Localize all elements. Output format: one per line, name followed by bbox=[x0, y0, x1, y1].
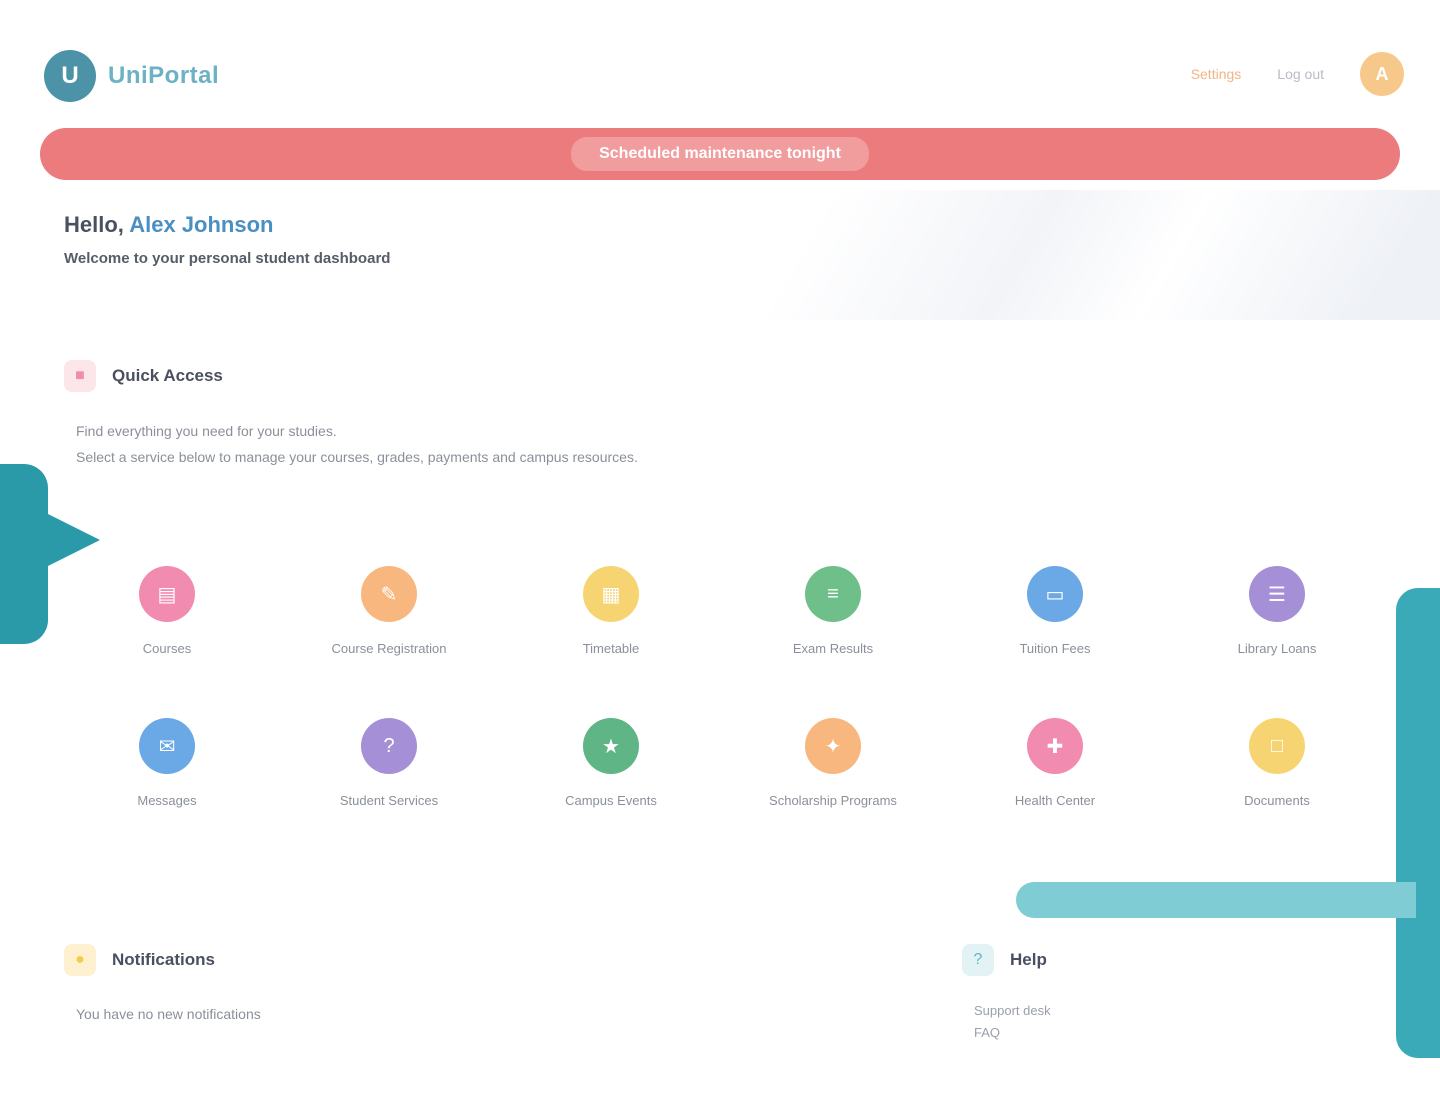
service-tile[interactable]: ★ Campus Events bbox=[500, 718, 722, 838]
greeting-name[interactable]: Alex Johnson bbox=[129, 212, 273, 237]
service-tile[interactable]: ☰ Library Loans bbox=[1166, 566, 1388, 686]
service-tile-label: Exam Results bbox=[792, 641, 874, 656]
service-tile-label: Timetable bbox=[582, 641, 640, 656]
nav-settings[interactable]: Settings bbox=[1191, 66, 1242, 82]
notifications-empty-text: You have no new notifications bbox=[76, 1006, 261, 1022]
event-icon: ★ bbox=[583, 718, 639, 774]
services-header: ■ Quick Access bbox=[64, 360, 1384, 392]
service-tile-label: Documents bbox=[1244, 793, 1310, 808]
service-tile[interactable]: ? Student Services bbox=[278, 718, 500, 838]
service-tile[interactable]: ✦ Scholarship Programs bbox=[722, 718, 944, 838]
top-navigation: Settings Log out A bbox=[1191, 52, 1404, 96]
greeting: Hello, Alex Johnson bbox=[64, 212, 390, 238]
service-tile[interactable]: ✉ Messages bbox=[56, 718, 278, 838]
service-tile-label: Course Registration bbox=[331, 641, 447, 656]
services-section: ■ Quick Access Find everything you need … bbox=[64, 360, 1384, 470]
service-tile-label: Health Center bbox=[1014, 793, 1096, 808]
health-icon: ✚ bbox=[1027, 718, 1083, 774]
service-tile-label: Student Services bbox=[339, 793, 439, 808]
logo[interactable]: U UniPortal bbox=[44, 50, 219, 102]
header: U UniPortal Settings Log out A bbox=[0, 0, 1440, 120]
service-tile[interactable]: □ Documents bbox=[1166, 718, 1388, 838]
nav-logout[interactable]: Log out bbox=[1277, 66, 1324, 82]
services-desc-line-1: Find everything you need for your studie… bbox=[76, 423, 337, 439]
services-description: Find everything you need for your studie… bbox=[76, 418, 1384, 470]
notifications-title: Notifications bbox=[112, 950, 215, 969]
service-tile-label: Scholarship Programs bbox=[769, 793, 897, 808]
logo-text: UniPortal bbox=[108, 62, 220, 89]
calendar-icon: ▦ bbox=[583, 566, 639, 622]
library-icon: ☰ bbox=[1249, 566, 1305, 622]
side-decoration-right bbox=[1396, 588, 1440, 1058]
side-tab-left[interactable] bbox=[0, 464, 48, 644]
help-links: Support desk FAQ bbox=[974, 1000, 1362, 1044]
service-tile[interactable]: ✎ Course Registration bbox=[278, 566, 500, 686]
greeting-prefix: Hello, bbox=[64, 212, 124, 237]
chart-icon: ≡ bbox=[805, 566, 861, 622]
service-tile-label: Tuition Fees bbox=[1019, 641, 1091, 656]
help-link-faq[interactable]: FAQ bbox=[974, 1022, 1362, 1044]
service-tile-label: Courses bbox=[142, 641, 192, 656]
service-tile[interactable]: ≡ Exam Results bbox=[722, 566, 944, 686]
help-icon: ? bbox=[962, 944, 994, 976]
award-icon: ✦ bbox=[805, 718, 861, 774]
grid-icon: ■ bbox=[64, 360, 96, 392]
notifications-card: ● Notifications You have no new notifica… bbox=[64, 944, 864, 1022]
book-icon: ▤ bbox=[139, 566, 195, 622]
help-title: Help bbox=[1010, 950, 1047, 969]
help-header: ? Help bbox=[962, 944, 1362, 976]
service-tile[interactable]: ▦ Timetable bbox=[500, 566, 722, 686]
service-tile[interactable]: ▤ Courses bbox=[56, 566, 278, 686]
services-desc-line-2: Select a service below to manage your co… bbox=[76, 449, 638, 465]
bell-icon: ● bbox=[64, 944, 96, 976]
mail-icon: ✉ bbox=[139, 718, 195, 774]
hero: Hello, Alex Johnson Welcome to your pers… bbox=[0, 190, 1440, 320]
help-icon: ? bbox=[361, 718, 417, 774]
help-card: ? Help Support desk FAQ bbox=[962, 944, 1362, 1044]
arrow-right-icon bbox=[44, 512, 100, 568]
maintenance-banner[interactable]: Scheduled maintenance tonight bbox=[40, 128, 1400, 180]
hero-subtitle: Welcome to your personal student dashboa… bbox=[64, 250, 391, 267]
services-title: Quick Access bbox=[112, 366, 223, 385]
document-icon: □ bbox=[1249, 718, 1305, 774]
help-link-support[interactable]: Support desk bbox=[974, 1000, 1362, 1022]
service-tile-label: Messages bbox=[137, 793, 197, 808]
side-decoration-bar bbox=[1016, 882, 1416, 918]
service-tile-label: Campus Events bbox=[565, 793, 657, 808]
notifications-header: ● Notifications bbox=[64, 944, 864, 976]
service-tile-label: Library Loans bbox=[1237, 641, 1317, 656]
service-tile[interactable]: ✚ Health Center bbox=[944, 718, 1166, 838]
avatar[interactable]: A bbox=[1360, 52, 1404, 96]
edit-icon: ✎ bbox=[361, 566, 417, 622]
wallet-icon: ▭ bbox=[1027, 566, 1083, 622]
service-grid: ▤ Courses ✎ Course Registration ▦ Timetable ≡ E… bbox=[56, 566, 1386, 838]
service-tile[interactable]: ▭ Tuition Fees bbox=[944, 566, 1166, 686]
banner-text: Scheduled maintenance tonight bbox=[571, 137, 869, 171]
logo-icon: U bbox=[44, 50, 96, 102]
